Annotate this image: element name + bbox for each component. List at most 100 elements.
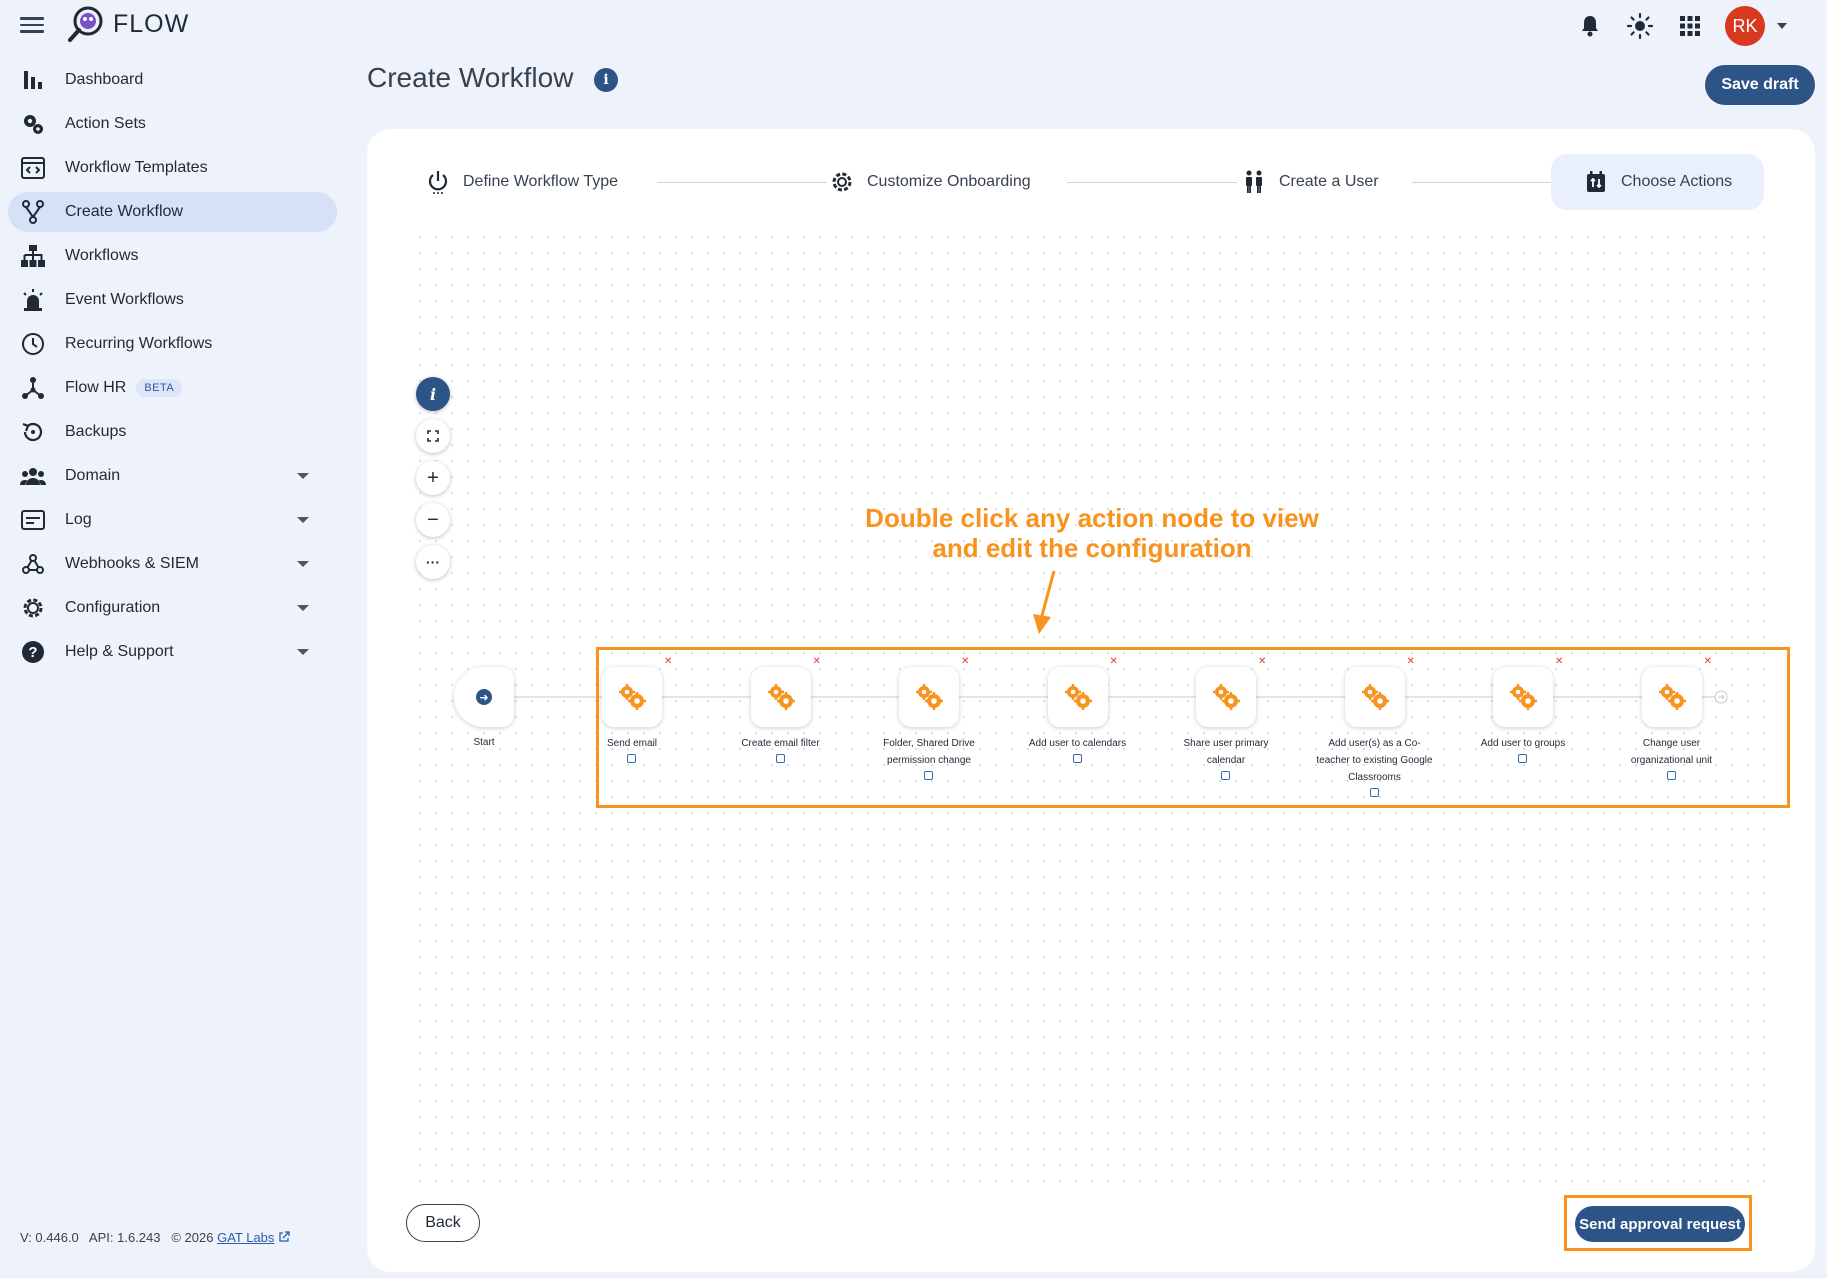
config-icon[interactable] bbox=[1518, 754, 1527, 763]
users-group-icon bbox=[20, 463, 46, 489]
sidebar-item-log[interactable]: Log bbox=[8, 500, 337, 540]
restore-icon bbox=[20, 419, 46, 445]
chevron-down-icon[interactable] bbox=[297, 561, 309, 567]
sidebar-item-help-support[interactable]: ? Help & Support bbox=[8, 632, 337, 672]
sidebar-item-workflows[interactable]: Workflows bbox=[8, 236, 337, 276]
delete-node-icon[interactable]: ✕ bbox=[1704, 656, 1712, 667]
config-icon[interactable] bbox=[1221, 771, 1230, 780]
log-card-icon bbox=[20, 507, 46, 533]
step-label: Choose Actions bbox=[1621, 173, 1733, 190]
config-icon[interactable] bbox=[775, 754, 785, 763]
sidebar-item-label: Backups bbox=[65, 423, 127, 440]
company-link[interactable]: GAT Labs bbox=[217, 1230, 274, 1245]
delete-node-icon[interactable]: ✕ bbox=[1110, 656, 1118, 667]
chevron-down-icon[interactable] bbox=[297, 473, 309, 479]
action-gears-icon bbox=[766, 682, 796, 712]
copyright: © 2026 bbox=[171, 1230, 214, 1245]
sidebar-item-workflow-templates[interactable]: Workflow Templates bbox=[8, 148, 337, 188]
clock-icon bbox=[20, 331, 46, 357]
sidebar-item-configuration[interactable]: Configuration bbox=[8, 588, 337, 628]
action-node-label: Add user to groups bbox=[1480, 738, 1566, 749]
sidebar-item-backups[interactable]: Backups bbox=[8, 412, 337, 452]
sidebar-item-dashboard[interactable]: Dashboard bbox=[8, 60, 337, 100]
delete-node-icon[interactable]: ✕ bbox=[664, 656, 672, 667]
gears-icon bbox=[20, 111, 46, 137]
step-define-workflow-type[interactable]: Define Workflow Type bbox=[425, 154, 618, 210]
step-label: Define Workflow Type bbox=[463, 173, 619, 190]
action-node[interactable] bbox=[1196, 667, 1256, 727]
step-label: Create a User bbox=[1279, 173, 1379, 190]
start-node[interactable]: ➜ bbox=[454, 667, 514, 727]
brand-name: FLOW bbox=[113, 10, 190, 38]
delete-node-icon[interactable]: ✕ bbox=[1407, 656, 1415, 667]
sidebar-item-label: Workflow Templates bbox=[65, 159, 208, 176]
config-icon[interactable] bbox=[1072, 754, 1082, 763]
send-approval-request-button[interactable]: Send approval request bbox=[1575, 1206, 1745, 1242]
sidebar-item-label: Event Workflows bbox=[65, 291, 184, 308]
back-button[interactable]: Back bbox=[406, 1204, 480, 1242]
sidebar-item-label: Log bbox=[65, 511, 92, 528]
account-chevron-down-icon[interactable] bbox=[1777, 23, 1787, 29]
end-handle-icon bbox=[1714, 690, 1728, 704]
action-node-label: Send email bbox=[606, 738, 658, 749]
bar-chart-icon bbox=[20, 67, 46, 93]
action-gears-icon bbox=[1360, 682, 1390, 712]
page-title: Create Workflow bbox=[367, 62, 574, 93]
menu-icon[interactable] bbox=[20, 14, 44, 34]
action-node-label: Folder, Shared Drive permission change bbox=[883, 738, 975, 766]
sidebar: Dashboard Action Sets Workflow Templates… bbox=[0, 60, 345, 676]
sidebar-item-label: Dashboard bbox=[65, 71, 144, 88]
gear-icon bbox=[829, 169, 855, 195]
step-choose-actions[interactable]: Choose Actions bbox=[1551, 154, 1765, 210]
action-node[interactable] bbox=[1641, 667, 1702, 727]
action-node[interactable] bbox=[1493, 667, 1553, 727]
workflow-canvas[interactable]: i + − ··· Double click any action node t… bbox=[412, 229, 1790, 1194]
config-icon[interactable] bbox=[1666, 771, 1676, 780]
delete-node-icon[interactable]: ✕ bbox=[813, 656, 821, 667]
sidebar-item-label: Workflows bbox=[65, 247, 139, 264]
action-node[interactable] bbox=[1047, 667, 1108, 727]
step-create-a-user[interactable]: Create a User bbox=[1241, 154, 1379, 210]
config-icon[interactable] bbox=[1369, 788, 1379, 797]
action-node-label: Add user(s) as a Co-teacher to existing … bbox=[1316, 738, 1433, 783]
sidebar-item-create-workflow[interactable]: Create Workflow bbox=[8, 192, 337, 232]
bell-icon[interactable] bbox=[1575, 11, 1605, 41]
chevron-down-icon[interactable] bbox=[297, 517, 309, 523]
delete-node-icon[interactable]: ✕ bbox=[1258, 656, 1266, 667]
avatar[interactable]: RK bbox=[1725, 6, 1765, 46]
action-gears-icon bbox=[1063, 682, 1093, 712]
delete-node-icon[interactable]: ✕ bbox=[1555, 656, 1563, 667]
external-link-icon bbox=[279, 1231, 290, 1242]
start-label: Start bbox=[473, 737, 495, 748]
save-draft-button[interactable]: Save draft bbox=[1705, 65, 1815, 105]
action-node-label: Create email filter bbox=[741, 738, 820, 749]
action-node[interactable] bbox=[750, 667, 811, 727]
flow-logo bbox=[68, 6, 103, 42]
sidebar-item-domain[interactable]: Domain bbox=[8, 456, 337, 496]
sidebar-item-event-workflows[interactable]: Event Workflows bbox=[8, 280, 337, 320]
action-node[interactable] bbox=[1344, 667, 1405, 727]
config-icon[interactable] bbox=[627, 754, 636, 763]
beta-badge: BETA bbox=[136, 379, 183, 397]
sidebar-item-label: Action Sets bbox=[65, 115, 146, 132]
sidebar-item-webhooks-siem[interactable]: Webhooks & SIEM bbox=[8, 544, 337, 584]
apps-grid-icon[interactable] bbox=[1675, 11, 1705, 41]
delete-node-icon[interactable]: ✕ bbox=[961, 656, 969, 667]
sidebar-item-action-sets[interactable]: Action Sets bbox=[8, 104, 337, 144]
theme-sun-icon[interactable] bbox=[1625, 11, 1655, 41]
hierarchy-icon bbox=[20, 243, 46, 269]
step-connector bbox=[1412, 182, 1552, 183]
chevron-down-icon[interactable] bbox=[297, 605, 309, 611]
step-connector bbox=[657, 182, 827, 183]
action-node[interactable] bbox=[899, 667, 959, 727]
step-customize-onboarding[interactable]: Customize Onboarding bbox=[829, 154, 1031, 210]
chevron-down-icon[interactable] bbox=[297, 649, 309, 655]
action-gears-icon bbox=[617, 682, 647, 712]
config-icon[interactable] bbox=[924, 771, 933, 780]
action-node[interactable] bbox=[602, 667, 662, 727]
info-icon[interactable]: i bbox=[594, 68, 618, 92]
gear-icon bbox=[20, 595, 46, 621]
sidebar-item-flow-hr[interactable]: Flow HR BETA bbox=[8, 368, 337, 408]
sidebar-item-recurring-workflows[interactable]: Recurring Workflows bbox=[8, 324, 337, 364]
power-icon bbox=[425, 169, 451, 195]
